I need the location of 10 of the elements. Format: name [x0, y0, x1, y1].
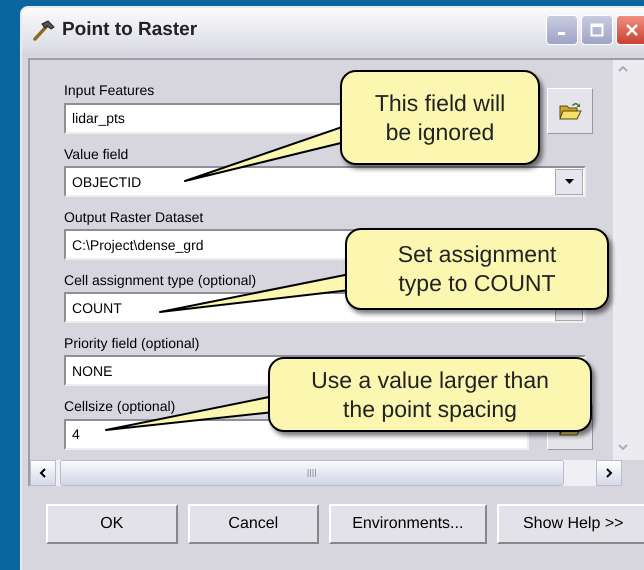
callout-tooltip: This field will be ignored: [340, 70, 540, 165]
field-label: Cellsize (optional): [64, 397, 176, 415]
window-title: Point to Raster: [62, 19, 198, 41]
field-label: Priority field (optional): [64, 334, 200, 352]
callout-tooltip: Use a value larger than the point spacing: [268, 357, 592, 432]
field-label: Output Raster Dataset: [64, 208, 204, 226]
callout-tooltip: Set assignment type to COUNT: [345, 228, 609, 310]
field-label: Cell assignment type (optional): [64, 271, 256, 289]
field-label: Input Features: [64, 81, 154, 99]
field-label: Value field: [64, 145, 128, 163]
